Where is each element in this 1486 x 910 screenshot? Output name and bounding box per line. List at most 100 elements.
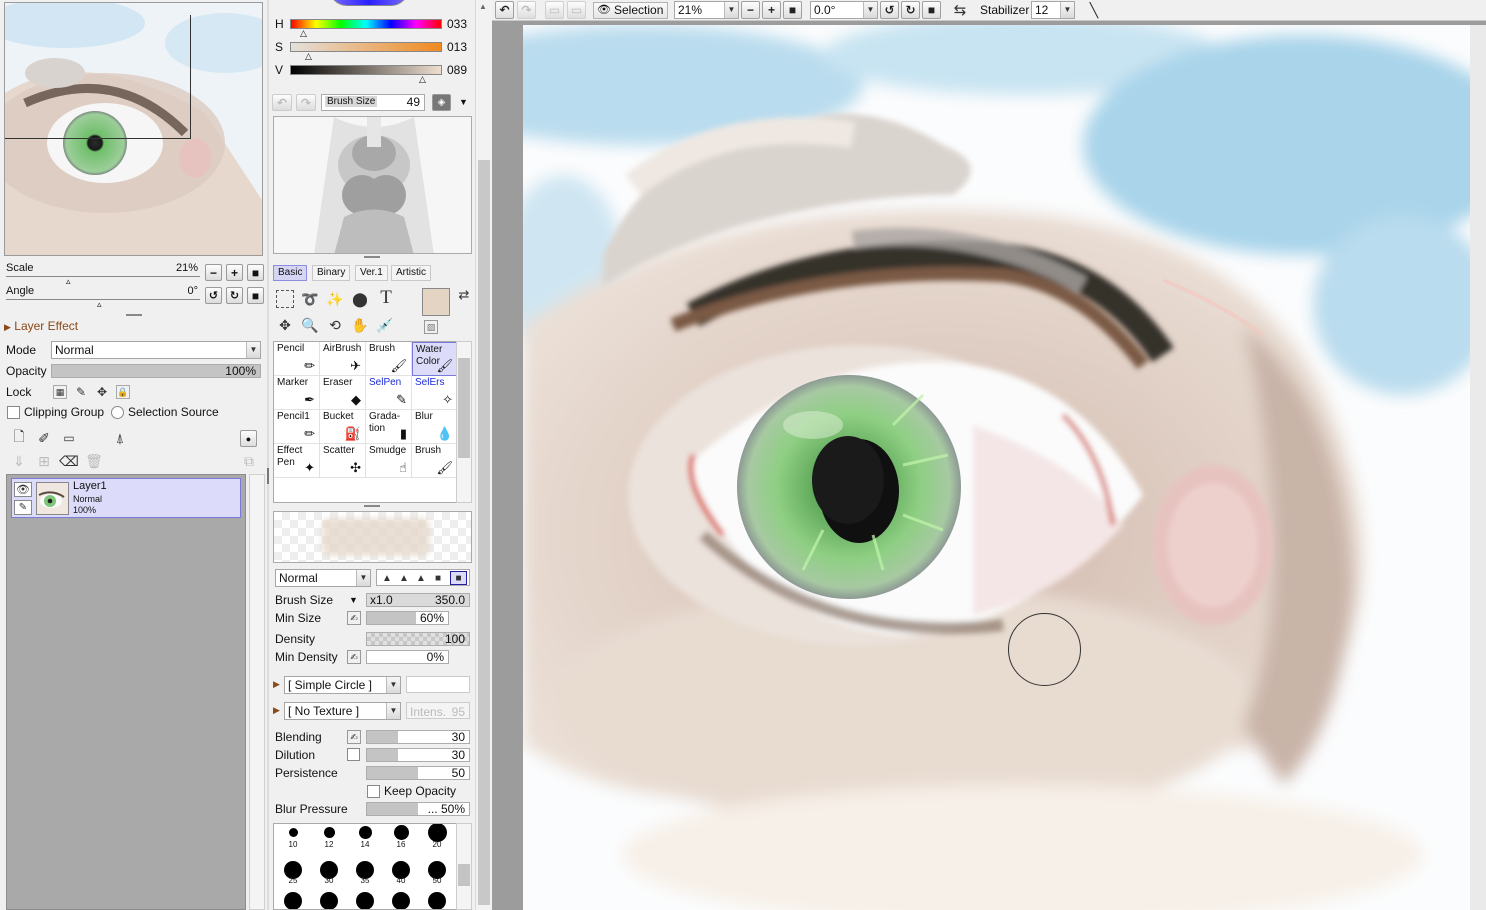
tool-smudge[interactable]: Smudge ☝ [366,444,412,478]
eraser-toggle-icon[interactable]: ◈ [432,94,451,111]
pressure-blending-icon[interactable]: ✍ [347,730,361,744]
layer-mask-button[interactable]: ● [240,430,257,447]
angle-slider-thumb[interactable]: ▵ [97,299,102,310]
toolbar-zoom-reset-button[interactable]: ■ [783,1,802,19]
tool-pencil[interactable]: Pencil ✏ [274,342,320,376]
layer-effect-header[interactable]: ▶ Layer Effect [4,319,78,333]
tip-medium-icon[interactable]: ▲ [396,571,412,585]
density-slider[interactable]: 100 [366,632,470,646]
tip-hard-icon[interactable]: ▲ [413,571,429,585]
lock-transparency-icon[interactable]: ▦ [53,385,67,399]
magic-wand-icon[interactable]: ✨ [326,290,344,308]
scale-slider-track[interactable] [6,276,200,277]
undo-history-button[interactable]: ↶ [272,94,292,111]
tool-scatter[interactable]: Scatter ✣ [320,444,366,478]
stabilizer-select[interactable]: 12 ▼ [1031,1,1075,19]
invert-selection-button[interactable]: ▭ [567,1,586,19]
texture-expand-arrow-icon[interactable]: ▶ [273,705,280,716]
tool-brush[interactable]: Brush 🖌 [366,342,412,376]
canvas[interactable] [523,25,1470,910]
zoom-icon[interactable]: 🔍 [301,316,319,334]
persistence-slider[interactable]: 50 [366,766,470,780]
scale-slider-thumb[interactable]: ▵ [66,276,71,287]
fill-shape-icon[interactable]: ⬤ [351,290,369,308]
shape-expand-arrow-icon[interactable]: ▶ [273,679,280,690]
transparent-color-icon[interactable]: ▨ [424,320,438,334]
rotate-icon[interactable]: ⟲ [326,316,344,334]
hue-slider[interactable] [290,19,442,29]
lasso-icon[interactable]: ➰ [301,290,319,308]
selection-visibility-toggle[interactable]: 👁 Selection [593,2,668,19]
visibility-eye-icon[interactable]: 👁 [14,482,32,497]
tool-eraser[interactable]: Eraser ◆ [320,376,366,410]
hand-icon[interactable]: ✋ [351,316,369,334]
brush-presets-scrollbar[interactable] [456,823,472,910]
brush-preset-dot[interactable] [356,892,374,909]
tip-solid-icon[interactable]: ■ [450,571,467,585]
layer-row[interactable]: 👁 ✎ Layer1 Normal 100% [11,478,241,518]
brush-blend-mode-select[interactable]: Normal ▼ [275,569,371,587]
dropdown-arrow-icon[interactable]: ▼ [459,97,468,107]
text-tool-icon[interactable]: T [376,287,396,308]
merge-visible-icon[interactable]: ⧉ [240,453,258,469]
foreground-color-swatch[interactable] [422,288,450,316]
clear-layer-icon[interactable]: ⌫ [59,453,79,469]
tool-bucket[interactable]: Bucket ⛽ [320,410,366,444]
tool-airbrush[interactable]: AirBrush ✈ [320,342,366,376]
rect-select-icon[interactable] [276,290,294,308]
tab-basic[interactable]: Basic [273,265,308,281]
dilution-slider[interactable]: 30 [366,748,470,762]
tool-marker[interactable]: Marker ✒ [274,376,320,410]
keep-opacity-checkbox[interactable] [367,785,380,798]
tool-watercolor[interactable]: Water Color 🖌 [412,342,458,376]
angle-slider-track[interactable] [6,299,200,300]
selection-source-radio[interactable] [111,406,124,419]
merge-down-icon[interactable]: ⊞ [36,453,52,469]
tab-ver1[interactable]: Ver.1 [355,265,388,281]
tool-splitter-grip[interactable] [364,505,380,507]
layer-mode-select[interactable]: Normal ▼ [51,341,261,359]
move-icon[interactable]: ✥ [276,316,294,334]
brush-preset-dot[interactable] [392,892,410,909]
canvas-vertical-scrollbar[interactable] [1470,25,1486,910]
brush-size-slider[interactable]: x1.0 350.0 [366,593,470,607]
new-layer-icon[interactable]: 🗋 [11,428,27,446]
deselect-button[interactable]: ▭ [545,1,564,19]
flip-horizontal-icon[interactable]: ⇆ [950,1,970,19]
tool-effectpen[interactable]: Effect Pen ✦ [274,444,320,478]
brush-preset-dot[interactable] [323,826,335,838]
zoom-select[interactable]: 21% ▼ [674,1,739,19]
lock-all-icon[interactable]: 🔒 [116,385,130,399]
brush-preset-dot[interactable] [428,892,446,909]
rotate-right-button[interactable]: ↻ [226,287,243,304]
preview-splitter-grip[interactable] [364,256,380,258]
tab-binary[interactable]: Binary [312,265,351,281]
pressure-dilution-checkbox[interactable] [347,748,360,761]
canvas-area[interactable] [492,0,1486,910]
tip-soft-icon[interactable]: ▲ [379,571,395,585]
value-thumb[interactable]: △ [419,74,426,85]
tool-pencil1[interactable]: Pencil1 ✏ [274,410,320,444]
toolbar-rotate-reset-button[interactable]: ■ [922,1,941,19]
new-linework-layer-icon[interactable]: ✐ [36,430,52,446]
toolbar-rotate-right-button[interactable]: ↻ [901,1,920,19]
tab-artistic[interactable]: Artistic [391,265,431,281]
tool-brush2[interactable]: Brush 🖌 [412,444,458,478]
brush-preset-dot[interactable] [288,827,298,837]
shape-intensity-field[interactable] [406,676,470,693]
tool-selpen[interactable]: SelPen ✎ [366,376,412,410]
pressure-density-icon[interactable]: ✍ [347,650,361,664]
layer-opacity-slider[interactable]: 100% [51,364,261,378]
hue-thumb[interactable]: △ [300,28,307,39]
brush-preset-dot[interactable] [427,824,447,842]
clipping-group-checkbox[interactable] [7,406,20,419]
navigator-preview[interactable] [4,2,263,256]
redo-button[interactable]: ↷ [517,1,536,19]
tip-square-icon[interactable]: ■ [430,571,446,585]
tool-gradation[interactable]: Grada- tion ▮ [366,410,412,444]
tool-grid-scrollbar[interactable] [456,341,472,503]
new-folder-icon[interactable]: ▭ [61,430,77,446]
panel-scrollbar[interactable]: ▲ [475,0,492,910]
brush-texture-select[interactable]: [ No Texture ] ▼ [284,702,401,720]
blur-pressure-slider[interactable]: ... 50% [366,802,470,816]
